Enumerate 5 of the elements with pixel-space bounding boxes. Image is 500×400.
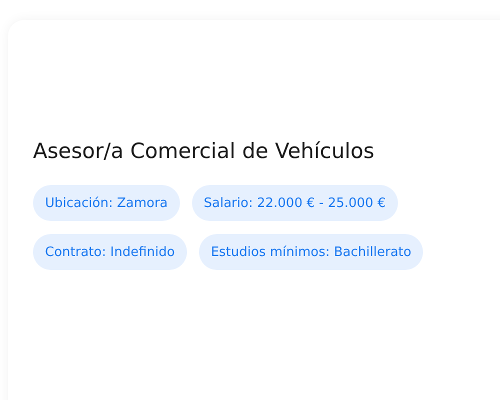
tag-chip: Contrato: Indefinido <box>33 234 187 270</box>
tag-chip: Ubicación: Zamora <box>33 185 180 221</box>
tag-chip: Salario: 22.000 € - 25.000 € <box>192 185 398 221</box>
job-title: Asesor/a Comercial de Vehículos <box>33 139 374 163</box>
tag-chip: Estudios mínimos: Bachillerato <box>198 234 424 270</box>
